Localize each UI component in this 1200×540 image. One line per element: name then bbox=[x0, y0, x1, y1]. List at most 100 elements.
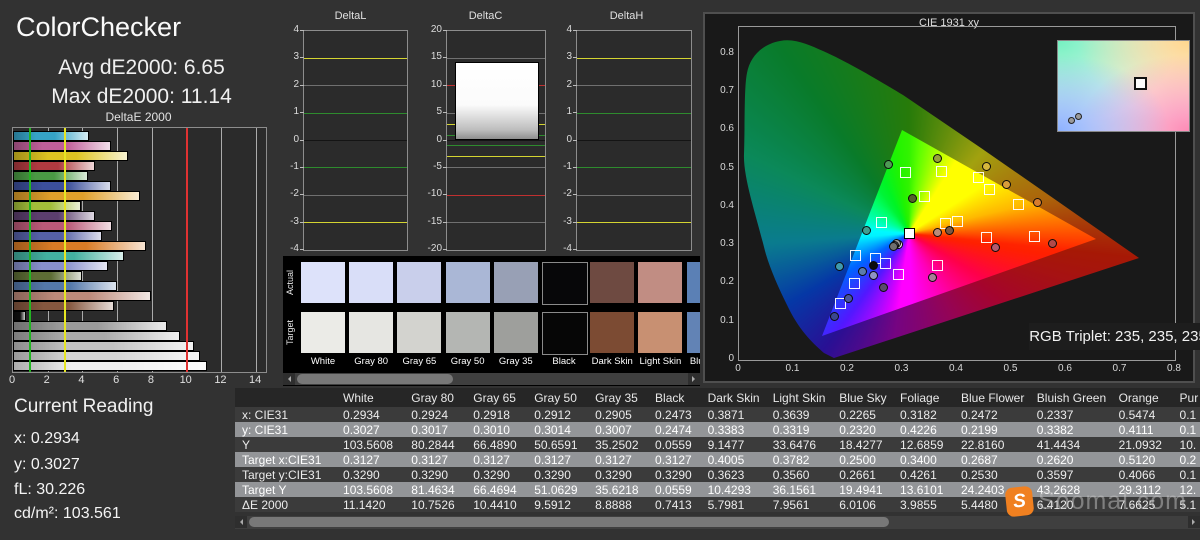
deltaE-x-axis: 0 2 4 6 8 10 12 14 bbox=[9, 374, 282, 388]
cell-value: 0.3290 bbox=[466, 467, 528, 482]
table-scrollbar[interactable] bbox=[235, 516, 1200, 529]
max-de2000: Max dE2000: 11.14 bbox=[51, 85, 232, 108]
table-row: Y 103.5608 80.2844 66.4890 50.6591 35.2502 0.0… bbox=[235, 437, 1200, 452]
cell-value: 36.1561 bbox=[765, 482, 833, 497]
cie-y-tick-label: 0.3 bbox=[720, 238, 734, 250]
cie-whitepoint-square bbox=[903, 228, 915, 240]
cie-measured-point bbox=[843, 294, 853, 304]
x-tick-label: 4 bbox=[78, 374, 85, 386]
cie-y-tick-label: 0.1 bbox=[720, 314, 734, 326]
swatch-scrollbar[interactable] bbox=[283, 373, 700, 385]
cell-value: 0.7413 bbox=[648, 497, 701, 512]
y-tick-label: -2 bbox=[563, 188, 572, 200]
cell-value: 0.3127 bbox=[336, 452, 405, 467]
deltaH-plot bbox=[576, 30, 692, 251]
de-bar-orange-yellow bbox=[13, 191, 140, 201]
row-label: ΔE 2000 bbox=[235, 497, 337, 512]
de-bar-light-skin bbox=[13, 291, 152, 301]
table-scroll-right-icon[interactable] bbox=[1188, 516, 1200, 528]
de-bar-moderate-red bbox=[13, 221, 112, 231]
y-tick bbox=[443, 30, 447, 31]
cell-value: 0.3182 bbox=[893, 407, 954, 422]
y-tick-label: 0 bbox=[566, 133, 572, 145]
swatch-row-label-target: Target bbox=[285, 320, 295, 346]
ref-line bbox=[304, 167, 407, 169]
swatch-actual-dark-skin bbox=[590, 262, 635, 303]
col-header: Gray 80 bbox=[404, 388, 467, 407]
watermark: S Soomal.com bbox=[1004, 485, 1187, 518]
swatch-actual-gray-50 bbox=[445, 262, 490, 303]
y-tick bbox=[573, 166, 577, 168]
cell-value: 0.2473 bbox=[648, 407, 701, 422]
row-label: y: CIE31 bbox=[235, 422, 337, 437]
swatch-target-blue-sky bbox=[686, 312, 700, 353]
cell-value: 0.3290 bbox=[648, 467, 701, 482]
swatch-scroll-left-icon[interactable] bbox=[283, 373, 295, 385]
cie-target-square bbox=[936, 166, 948, 178]
swatch-scroll-right-icon[interactable] bbox=[688, 373, 700, 385]
table-scroll-left-icon[interactable] bbox=[235, 516, 247, 528]
avg-de2000: Avg dE2000: 6.65 bbox=[58, 56, 225, 79]
table-scrollbar-thumb[interactable] bbox=[249, 517, 889, 527]
col-header: White bbox=[336, 388, 405, 407]
cie-target-square bbox=[848, 278, 860, 290]
y-tick-label: 0 bbox=[436, 133, 442, 145]
cell-value: 12.6859 bbox=[893, 437, 954, 452]
cell-value: 0.2337 bbox=[1029, 407, 1112, 422]
y-tick bbox=[443, 139, 447, 141]
swatch-scrollbar-thumb[interactable] bbox=[297, 374, 453, 384]
colorchecker-app: ColorChecker Avg dE2000: 6.65 Max dE2000… bbox=[0, 0, 1200, 540]
x-tick-label: 6 bbox=[113, 374, 120, 386]
cell-value: 66.4890 bbox=[466, 437, 528, 452]
de-bar-cyan bbox=[13, 131, 90, 141]
cie-origin-label: 0 bbox=[728, 353, 734, 364]
y-tick-label: -3 bbox=[563, 215, 572, 227]
col-header: Blue Sky bbox=[832, 388, 894, 407]
cell-value: 0.3290 bbox=[404, 467, 467, 482]
y-tick-label: 4 bbox=[566, 24, 572, 35]
de-bar-yellow-green bbox=[13, 201, 81, 211]
cie-y-tick-label: 0.5 bbox=[720, 161, 734, 173]
ref-line bbox=[64, 128, 67, 372]
swatch-target-gray-65 bbox=[397, 312, 442, 353]
y-tick-label: 0 bbox=[293, 133, 299, 145]
cie-target-square bbox=[980, 232, 992, 244]
cell-value: 13.6101 bbox=[893, 482, 954, 497]
cell-value: 33.6476 bbox=[765, 437, 833, 452]
y-tick bbox=[573, 194, 577, 196]
y-tick-label: -10 bbox=[427, 188, 442, 200]
y-tick bbox=[573, 84, 577, 86]
y-tick bbox=[443, 166, 447, 168]
current-reading-y: y: 0.3027 bbox=[14, 456, 80, 473]
cie-y-tick-label: 0.4 bbox=[720, 199, 734, 211]
cie-target-square bbox=[849, 250, 861, 262]
ref-line bbox=[304, 140, 407, 141]
cell-value: 0.3007 bbox=[588, 422, 649, 437]
cell-value: 0.3127 bbox=[648, 452, 701, 467]
y-tick-label: -3 bbox=[290, 215, 299, 227]
cell-value: 66.4694 bbox=[466, 482, 528, 497]
y-tick-label: -20 bbox=[427, 243, 442, 254]
cie-measured-point bbox=[1047, 238, 1057, 248]
ref-line bbox=[447, 140, 545, 141]
cell-value: 0.3127 bbox=[466, 452, 528, 467]
ref-line bbox=[447, 57, 545, 59]
cell-value: 0.3383 bbox=[700, 422, 766, 437]
deltaC-plot bbox=[446, 30, 546, 251]
cell-value: 5.7981 bbox=[700, 497, 766, 512]
y-tick-label: 5 bbox=[436, 106, 442, 118]
cie-measured-point bbox=[1001, 180, 1011, 190]
cell-value: 0.2661 bbox=[832, 467, 894, 482]
y-tick bbox=[573, 112, 577, 114]
cie-target-square bbox=[899, 166, 911, 178]
cell-value: 0.4111 bbox=[1111, 422, 1173, 437]
ref-line bbox=[304, 57, 407, 59]
ref-line bbox=[577, 85, 691, 87]
gridline bbox=[221, 128, 223, 372]
cell-value: 0.3127 bbox=[588, 452, 649, 467]
cie-measured-point bbox=[990, 243, 1000, 253]
cell-value: 10. bbox=[1172, 437, 1200, 452]
y-tick bbox=[300, 112, 304, 114]
swatch-target-gray-80 bbox=[349, 312, 394, 353]
swatch-actual-black bbox=[542, 262, 588, 305]
